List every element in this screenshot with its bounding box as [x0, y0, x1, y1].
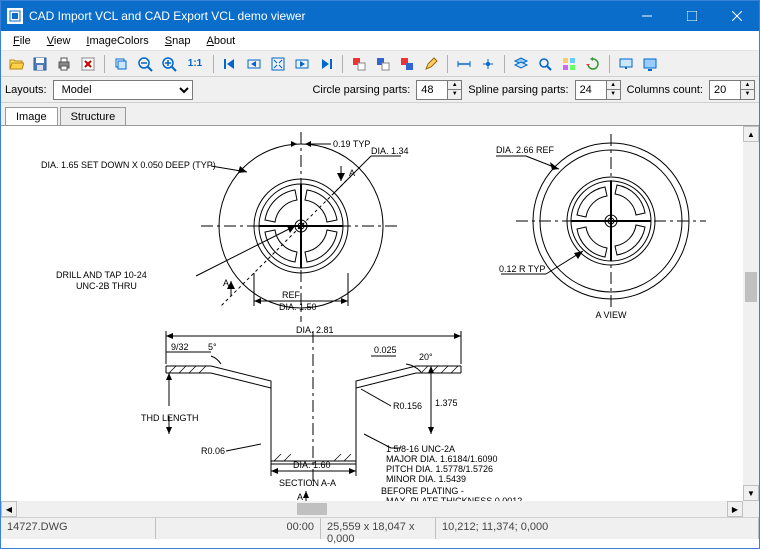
svg-text:MINOR DIA. 1.5439: MINOR DIA. 1.5439	[386, 474, 466, 484]
save-button[interactable]	[29, 53, 51, 75]
titlebar: CAD Import VCL and CAD Export VCL demo v…	[1, 1, 759, 31]
spline-parts-input[interactable]	[575, 80, 607, 100]
drawing-canvas[interactable]: DIA. 1.34 0.19 TYP A A REF DIA. 1.50	[1, 126, 743, 501]
layouts-select[interactable]: Model	[53, 80, 193, 100]
svg-text:1.375: 1.375	[435, 398, 458, 408]
svg-text:DRILL AND TAP 10-24: DRILL AND TAP 10-24	[56, 270, 147, 280]
svg-text:0.19 TYP: 0.19 TYP	[333, 139, 370, 149]
section-view: DIA. 2.81 9/32 5° 0.025 20° 1.375 R0.156…	[141, 325, 522, 501]
toolbar-main: 1:1	[1, 51, 759, 77]
layer-rb-button[interactable]	[396, 53, 418, 75]
columns-count-spinner[interactable]: ▲▼	[741, 80, 755, 100]
spline-parts-spinner[interactable]: ▲▼	[607, 80, 621, 100]
menu-about[interactable]: About	[198, 33, 243, 49]
layer-b-button[interactable]	[372, 53, 394, 75]
svg-text:MAJOR DIA. 1.6184/1.6090: MAJOR DIA. 1.6184/1.6090	[386, 454, 498, 464]
circle-parts-spinner[interactable]: ▲▼	[448, 80, 462, 100]
spline-parts-label: Spline parsing parts:	[468, 84, 568, 96]
svg-text:A VIEW: A VIEW	[595, 310, 627, 320]
dim-c-button[interactable]	[477, 53, 499, 75]
layouts-label: Layouts:	[5, 84, 47, 96]
app-icon	[7, 8, 23, 24]
scroll-right-button[interactable]: ▶	[727, 501, 743, 517]
menu-imagecolors[interactable]: ImageColors	[78, 33, 156, 49]
tabbar: Image Structure	[1, 103, 759, 125]
svg-text:BEFORE PLATING -: BEFORE PLATING -	[381, 486, 464, 496]
scroll-left-button[interactable]: ◀	[1, 501, 17, 517]
horizontal-scrollbar[interactable]: ◀ ▶	[1, 501, 743, 517]
menu-view[interactable]: View	[39, 33, 79, 49]
status-filename: 14727.DWG	[1, 518, 156, 539]
svg-text:5°: 5°	[208, 342, 217, 352]
circle-parts-label: Circle parsing parts:	[312, 84, 410, 96]
grid-button[interactable]	[558, 53, 580, 75]
columns-count-label: Columns count:	[627, 84, 703, 96]
drawing-area: DIA. 1.34 0.19 TYP A A REF DIA. 1.50	[1, 125, 759, 517]
svg-text:REF: REF	[282, 290, 301, 300]
svg-text:A: A	[223, 278, 229, 288]
svg-text:UNC-2B THRU: UNC-2B THRU	[76, 281, 137, 291]
right-view: DIA. 2.66 REF 0.12 R TYP A VIEW	[496, 134, 706, 320]
circle-parts-input[interactable]	[416, 80, 448, 100]
tab-image[interactable]: Image	[5, 107, 58, 126]
status-extents: 25,559 x 18,047 x 0,000	[321, 518, 436, 539]
zoom-out-button[interactable]	[134, 53, 156, 75]
copy-button[interactable]	[110, 53, 132, 75]
svg-text:DIA. 2.81: DIA. 2.81	[296, 325, 334, 335]
nav-next-button[interactable]	[291, 53, 313, 75]
svg-text:R0.06: R0.06	[201, 446, 225, 456]
tab-structure[interactable]: Structure	[60, 107, 127, 126]
nav-fit-button[interactable]	[267, 53, 289, 75]
pen-button[interactable]	[420, 53, 442, 75]
menu-file[interactable]: File	[5, 33, 39, 49]
svg-text:DIA. 1.60: DIA. 1.60	[293, 460, 331, 470]
close-doc-button[interactable]	[77, 53, 99, 75]
svg-text:DIA. 1.34: DIA. 1.34	[371, 146, 409, 156]
svg-text:A: A	[297, 492, 303, 501]
svg-text:R0.156: R0.156	[393, 401, 422, 411]
scroll-up-button[interactable]: ▲	[743, 126, 759, 142]
statusbar: 14727.DWG 00:00 25,559 x 18,047 x 0,000 …	[1, 517, 759, 539]
layer-r-button[interactable]	[348, 53, 370, 75]
nav-prev-button[interactable]	[243, 53, 265, 75]
nav-last-button[interactable]	[315, 53, 337, 75]
monitor-button[interactable]	[639, 53, 661, 75]
minimize-button[interactable]	[624, 1, 669, 31]
svg-text:20°: 20°	[419, 352, 433, 362]
svg-text:DIA. 1.50: DIA. 1.50	[279, 302, 317, 312]
columns-count-input[interactable]	[709, 80, 741, 100]
svg-text:0.12 R TYP: 0.12 R TYP	[499, 264, 545, 274]
rotate-button[interactable]	[582, 53, 604, 75]
svg-text:0.025: 0.025	[374, 345, 397, 355]
print-button[interactable]	[53, 53, 75, 75]
svg-text:1 5/8-16 UNC-2A: 1 5/8-16 UNC-2A	[386, 444, 455, 454]
svg-text:SECTION A-A: SECTION A-A	[279, 478, 336, 488]
nav-first-button[interactable]	[219, 53, 241, 75]
left-view: DIA. 1.34 0.19 TYP A A REF DIA. 1.50	[41, 132, 409, 322]
search-button[interactable]	[534, 53, 556, 75]
status-time: 00:00	[156, 518, 321, 539]
svg-text:THD LENGTH: THD LENGTH	[141, 413, 199, 423]
layers-button[interactable]	[510, 53, 532, 75]
svg-text:DIA. 1.65 SET DOWN X 0.050 DEE: DIA. 1.65 SET DOWN X 0.050 DEEP (TYP)	[41, 160, 216, 170]
maximize-button[interactable]	[669, 1, 714, 31]
dim-h-button[interactable]	[453, 53, 475, 75]
svg-text:9/32: 9/32	[171, 342, 189, 352]
menu-snap[interactable]: Snap	[157, 33, 199, 49]
zoom-11-button[interactable]: 1:1	[182, 53, 208, 75]
svg-text:DIA. 2.66 REF: DIA. 2.66 REF	[496, 145, 555, 155]
open-button[interactable]	[5, 53, 27, 75]
close-button[interactable]	[714, 1, 759, 31]
zoom-in-button[interactable]	[158, 53, 180, 75]
window-title: CAD Import VCL and CAD Export VCL demo v…	[29, 9, 624, 23]
menubar: File View ImageColors Snap About	[1, 31, 759, 51]
scroll-down-button[interactable]: ▼	[743, 485, 759, 501]
vertical-scrollbar[interactable]: ▲ ▼	[743, 126, 759, 501]
status-coords: 10,212; 11,374; 0,000	[436, 518, 759, 539]
svg-text:PITCH DIA. 1.5778/1.5726: PITCH DIA. 1.5778/1.5726	[386, 464, 493, 474]
help-button[interactable]	[615, 53, 637, 75]
toolbar-options: Layouts: Model Circle parsing parts: ▲▼ …	[1, 77, 759, 103]
